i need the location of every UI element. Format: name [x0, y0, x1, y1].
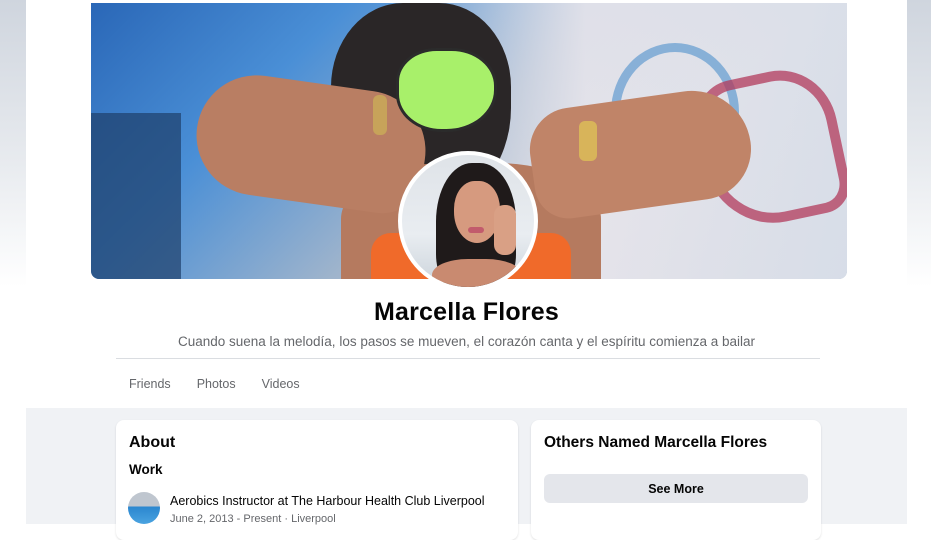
avatar-shoulder — [432, 259, 522, 287]
cover-bracelet — [373, 95, 387, 135]
about-title: About — [129, 434, 176, 451]
cover-graffiti-dark — [91, 113, 181, 279]
see-more-button[interactable]: See More — [544, 474, 808, 503]
profile-page: Marcella Flores Cuando suena la melodía,… — [26, 0, 907, 540]
others-title: Others Named Marcella Flores — [544, 434, 768, 451]
profile-bio: Cuando suena la melodía, los pasos se mu… — [177, 334, 756, 349]
work-title[interactable]: Aerobics Instructor at The Harbour Healt… — [170, 494, 485, 508]
avatar-lips — [468, 227, 484, 233]
others-named-card: Others Named Marcella Flores See More — [531, 420, 821, 540]
about-card: About Work Aerobics Instructor at The Ha… — [116, 420, 518, 540]
tab-friends[interactable]: Friends — [116, 377, 184, 391]
right-edge-fade — [905, 0, 931, 410]
work-meta: June 2, 2013 - Present · Liverpool — [170, 513, 336, 525]
profile-avatar[interactable] — [398, 151, 538, 291]
profile-divider — [116, 358, 820, 359]
cover-watch — [579, 121, 597, 161]
cover-face-mask — [396, 48, 497, 132]
avatar-hand — [494, 205, 516, 255]
tab-photos[interactable]: Photos — [184, 377, 249, 391]
left-edge-fade — [0, 0, 26, 410]
work-section-label: Work — [129, 462, 163, 477]
profile-name: Marcella Flores — [373, 298, 560, 326]
tab-videos[interactable]: Videos — [249, 377, 313, 391]
workplace-icon[interactable] — [128, 492, 160, 524]
profile-tabs: Friends Photos Videos — [116, 377, 313, 391]
